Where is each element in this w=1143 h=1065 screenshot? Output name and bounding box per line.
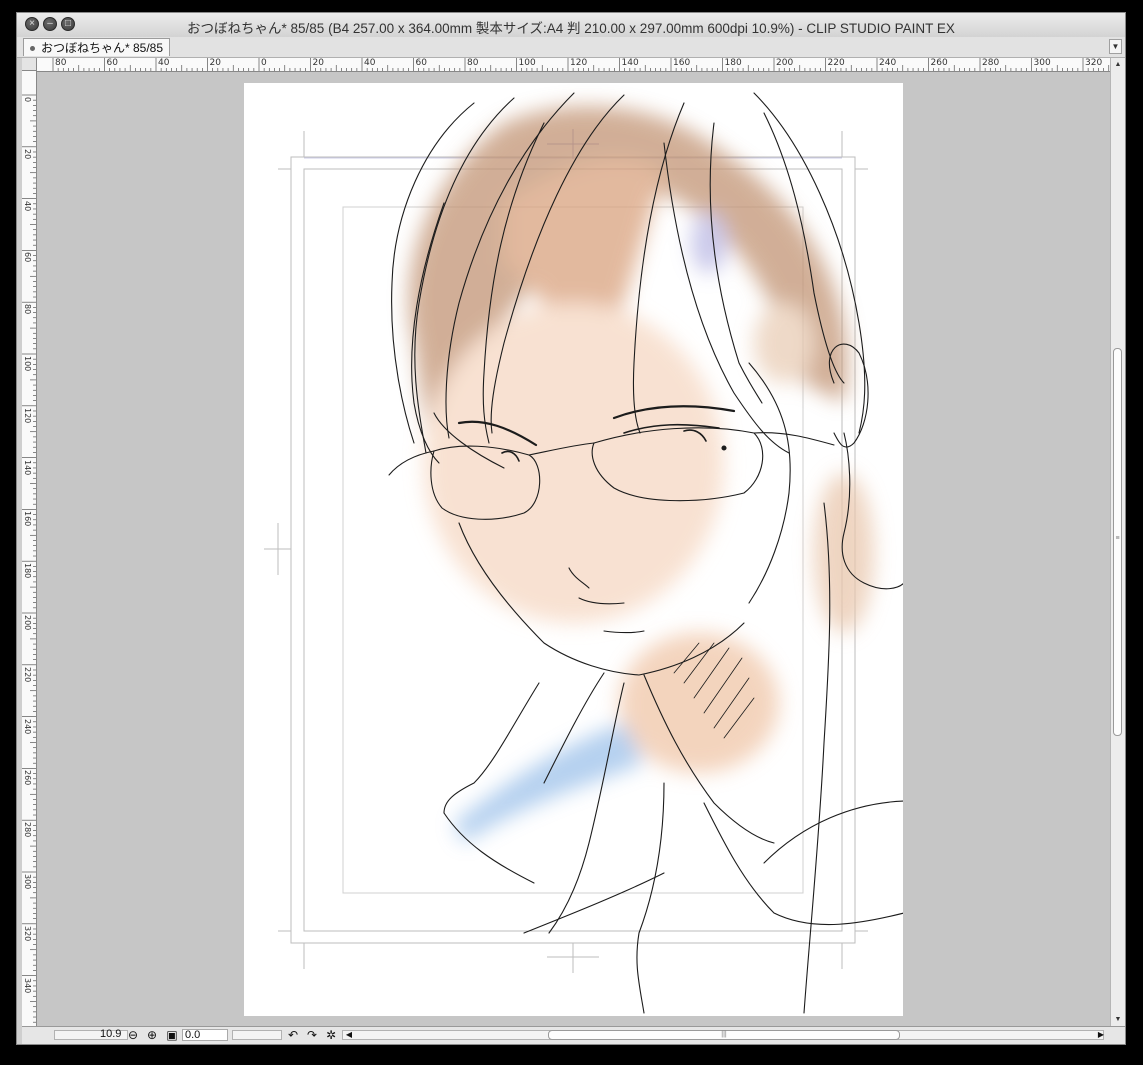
document-tab-bar: おつぼねちゃん* 85/85 ▼ <box>17 37 1125 58</box>
window-title: おつぼねちゃん* 85/85 (B4 257.00 x 364.00mm 製本サ… <box>187 21 955 36</box>
v-ruler-label: 80 <box>23 304 32 315</box>
unsaved-dot-icon <box>30 46 35 52</box>
grip-icon: ≡ <box>1115 535 1120 542</box>
horizontal-ruler[interactable]: 80 60 40 20 0 20 40 60 80 100 120 140 160 180 200 220 24… <box>37 58 1110 72</box>
h-ruler-label: 60 <box>106 58 118 68</box>
scroll-up-icon[interactable]: ▲ <box>1112 60 1124 70</box>
v-ruler-label: 120 <box>23 407 32 424</box>
v-ruler-label: 140 <box>23 459 32 475</box>
h-ruler-label: 200 <box>776 58 794 68</box>
h-ruler-label: 20 <box>209 58 221 68</box>
v-ruler-label: 100 <box>23 356 32 372</box>
rotation-slider[interactable] <box>232 1030 282 1040</box>
paper-page[interactable] <box>244 83 903 1016</box>
h-ruler-label: 60 <box>415 58 427 68</box>
vertical-scrollbar[interactable]: ▲ ≡ ▼ <box>1110 58 1125 1027</box>
h-ruler-label: 280 <box>982 58 1000 68</box>
tab-menu-chevron-down-icon[interactable]: ▼ <box>1109 39 1122 54</box>
h-ruler-label: 140 <box>621 58 639 68</box>
v-ruler-label: 60 <box>23 252 32 263</box>
title-bar[interactable]: × – □ おつぼねちゃん* 85/85 (B4 257.00 x 364.00… <box>17 13 1125 38</box>
horizontal-scroll-thumb[interactable]: ||| <box>548 1030 900 1040</box>
h-ruler-label: 0 <box>261 58 267 68</box>
h-ruler-label: 320 <box>1085 58 1103 68</box>
illustration-sketch <box>264 92 903 1014</box>
v-ruler-label: 160 <box>23 511 32 527</box>
h-ruler-label: 120 <box>570 58 588 68</box>
v-ruler-label: 220 <box>23 666 32 683</box>
v-ruler-label: 340 <box>23 977 32 993</box>
v-ruler-label: 280 <box>23 822 32 838</box>
h-ruler-label: 240 <box>879 58 897 68</box>
zoom-out-icon[interactable]: ⊖ <box>126 1028 140 1042</box>
fit-page-icon[interactable]: ▣ <box>165 1028 179 1042</box>
v-ruler-label: 260 <box>23 770 32 786</box>
v-ruler-label: 0 <box>23 97 32 103</box>
v-ruler-label: 320 <box>23 925 32 942</box>
zoom-value[interactable]: 10.9 <box>98 1029 128 1041</box>
v-ruler-label: 300 <box>23 874 32 890</box>
h-ruler-label: 180 <box>724 58 742 68</box>
v-ruler-label: 240 <box>23 718 32 734</box>
h-ruler-label: 20 <box>312 58 324 68</box>
document-tab[interactable]: おつぼねちゃん* 85/85 <box>23 38 171 56</box>
h-ruler-label: 80 <box>467 58 479 68</box>
rotation-value[interactable]: 0.0 <box>182 1029 228 1041</box>
vertical-ruler[interactable]: 0 20 40 60 80 100 120 140 160 180 200 220 240 260 280 3… <box>22 71 37 1045</box>
vertical-scroll-thumb[interactable]: ≡ <box>1113 348 1122 736</box>
scroll-left-icon[interactable]: ◀ <box>342 1028 356 1042</box>
zoom-in-icon[interactable]: ⊕ <box>145 1028 159 1042</box>
ruler-corner <box>22 58 37 71</box>
h-ruler-label: 260 <box>930 58 948 68</box>
rotate-left-icon[interactable]: ↶ <box>286 1028 300 1042</box>
h-ruler-label: 100 <box>518 58 536 68</box>
document-tab-label: おつぼねちゃん* 85/85 <box>41 41 164 55</box>
reset-rotation-icon[interactable]: ✲ <box>324 1028 338 1042</box>
h-ruler-label: 300 <box>1033 58 1051 68</box>
v-ruler-label: 20 <box>23 148 32 159</box>
app-window: × – □ おつぼねちゃん* 85/85 (B4 257.00 x 364.00… <box>16 12 1126 1045</box>
status-bar: 10.9 ⊖ ⊕ ▣ 0.0 ↶ ↷ ✲ ◀ ||| ▶ <box>22 1026 1125 1044</box>
h-ruler-label: 40 <box>158 58 170 68</box>
h-ruler-label: 40 <box>364 58 376 68</box>
scroll-down-icon[interactable]: ▼ <box>1112 1015 1124 1025</box>
h-ruler-label: 80 <box>55 58 67 68</box>
h-ruler-label: 220 <box>827 58 845 68</box>
scroll-right-icon[interactable]: ▶ <box>1094 1028 1108 1042</box>
v-ruler-label: 40 <box>23 200 32 211</box>
v-ruler-label: 180 <box>23 563 32 579</box>
rotate-right-icon[interactable]: ↷ <box>305 1028 319 1042</box>
h-ruler-label: 160 <box>673 58 691 68</box>
canvas-area[interactable] <box>37 72 1110 1026</box>
v-ruler-label: 200 <box>23 615 32 631</box>
